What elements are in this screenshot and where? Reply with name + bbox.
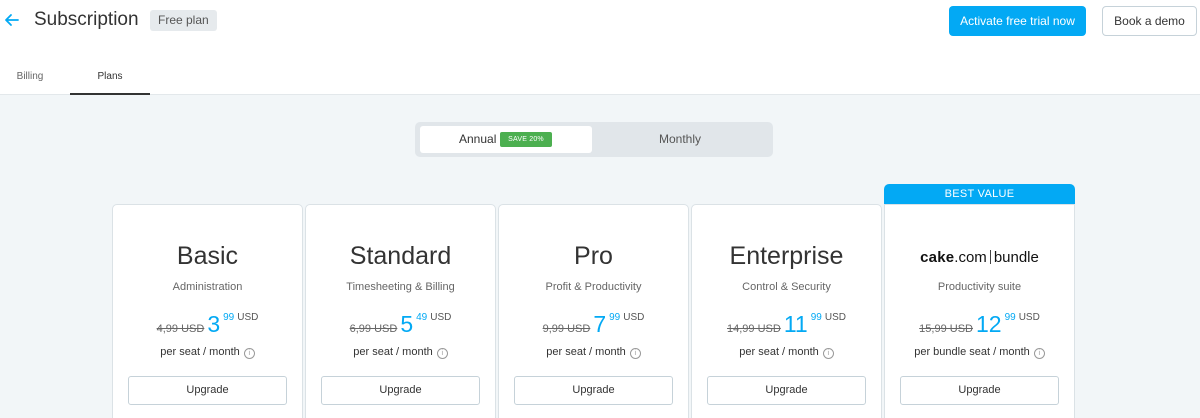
price-period-label: per seat / month [160, 346, 240, 358]
old-price: 14,99 USD [727, 323, 781, 335]
price-main: 7 [593, 311, 607, 337]
price-cents: 99 [1004, 312, 1016, 323]
info-icon[interactable]: i [1033, 348, 1045, 359]
plan-card-bundle: cake.com bundle Productivity suite 15,99 … [884, 204, 1075, 418]
plan-name: Enterprise [729, 242, 844, 270]
plan-card-pro: Pro Profit & Productivity 9,99 USD 7 99 USD… [498, 204, 689, 418]
price-main: 11 [783, 311, 808, 337]
back-arrow-icon[interactable] [4, 9, 24, 31]
cake-com-bundle-logo: cake.com bundle [885, 249, 1074, 267]
price-cents: 99 [223, 312, 235, 323]
tab-bar: Billing Plans [0, 58, 1200, 95]
upgrade-button-bundle[interactable]: Upgrade [900, 376, 1059, 405]
price-currency: USD [623, 312, 645, 323]
price-currency: USD [237, 312, 259, 323]
old-price: 15,99 USD [919, 323, 973, 335]
plan-subtitle: Profit & Productivity [545, 281, 642, 293]
old-price: 4,99 USD [156, 323, 205, 335]
plan-subtitle: Timesheeting & Billing [346, 281, 455, 293]
price-cents: 99 [810, 312, 822, 323]
activate-trial-button[interactable]: Activate free trial now [949, 6, 1086, 36]
logo-dot-com: .com [954, 249, 987, 266]
old-price: 6,99 USD [349, 323, 398, 335]
save-badge: SAVE 20% [500, 132, 552, 147]
plan-badge: Free plan [150, 10, 217, 31]
price-cents: 99 [609, 312, 621, 323]
price-row: 4,99 USD 3 99 USD [113, 310, 302, 340]
info-icon[interactable]: i [822, 348, 834, 359]
plan-card-enterprise: Enterprise Control & Security 14,99 USD 1… [691, 204, 882, 418]
price-main: 3 [207, 311, 221, 337]
book-demo-button[interactable]: Book a demo [1102, 6, 1197, 36]
plan-subtitle: Productivity suite [937, 281, 1022, 293]
price-row: 9,99 USD 7 99 USD [499, 310, 688, 340]
price-main: 5 [400, 311, 414, 337]
price-period: per seat / month i [306, 345, 495, 359]
best-value-ribbon: BEST VALUE [884, 184, 1075, 205]
price-row: 14,99 USD 11 99 USD [692, 310, 881, 340]
info-icon[interactable]: i [243, 348, 255, 359]
plan-name: Pro [574, 242, 613, 270]
plan-subtitle: Control & Security [742, 281, 831, 293]
top-bar: Subscription Free plan Activate free tri… [0, 0, 1200, 58]
price-row: 15,99 USD 12 99 USD [885, 310, 1074, 340]
price-period: per seat / month i [113, 345, 302, 359]
plan-card-standard: Standard Timesheeting & Billing 6,99 USD… [305, 204, 496, 418]
plan-subtitle: Administration [172, 281, 243, 293]
info-icon[interactable]: i [629, 348, 641, 359]
billing-period-toggle: Annual SAVE 20% Monthly [415, 122, 773, 157]
price-period-label: per seat / month [739, 346, 819, 358]
plan-card-basic: Basic Administration 4,99 USD 3 99 USD per … [112, 204, 303, 418]
price-currency: USD [430, 312, 452, 323]
price-row: 6,99 USD 5 49 USD [306, 310, 495, 340]
upgrade-button-standard[interactable]: Upgrade [321, 376, 480, 405]
price-period-label: per seat / month [353, 346, 433, 358]
price-main: 12 [975, 311, 1002, 337]
logo-bundle: bundle [993, 249, 1039, 266]
logo-cake: cake [920, 249, 955, 266]
toggle-monthly[interactable]: Monthly [592, 126, 768, 153]
toggle-annual[interactable]: Annual SAVE 20% [420, 126, 592, 153]
page-title: Subscription [34, 9, 139, 30]
plan-name: Standard [349, 242, 452, 270]
old-price: 9,99 USD [542, 323, 591, 335]
price-currency: USD [1018, 312, 1040, 323]
info-icon[interactable]: i [436, 348, 448, 359]
price-currency: USD [824, 312, 846, 323]
upgrade-button-enterprise[interactable]: Upgrade [707, 376, 866, 405]
tab-plans[interactable]: Plans [70, 58, 150, 95]
upgrade-button-basic[interactable]: Upgrade [128, 376, 287, 405]
price-cents: 49 [416, 312, 428, 323]
tab-billing[interactable]: Billing [0, 58, 60, 95]
price-period: per bundle seat / month i [885, 345, 1074, 359]
toggle-annual-label: Annual [459, 132, 497, 146]
price-period-label: per seat / month [546, 346, 626, 358]
price-period-label: per bundle seat / month [914, 346, 1030, 358]
upgrade-button-pro[interactable]: Upgrade [514, 376, 673, 405]
price-period: per seat / month i [692, 345, 881, 359]
logo-separator [989, 250, 991, 264]
plan-name: Basic [176, 242, 239, 270]
price-period: per seat / month i [499, 345, 688, 359]
